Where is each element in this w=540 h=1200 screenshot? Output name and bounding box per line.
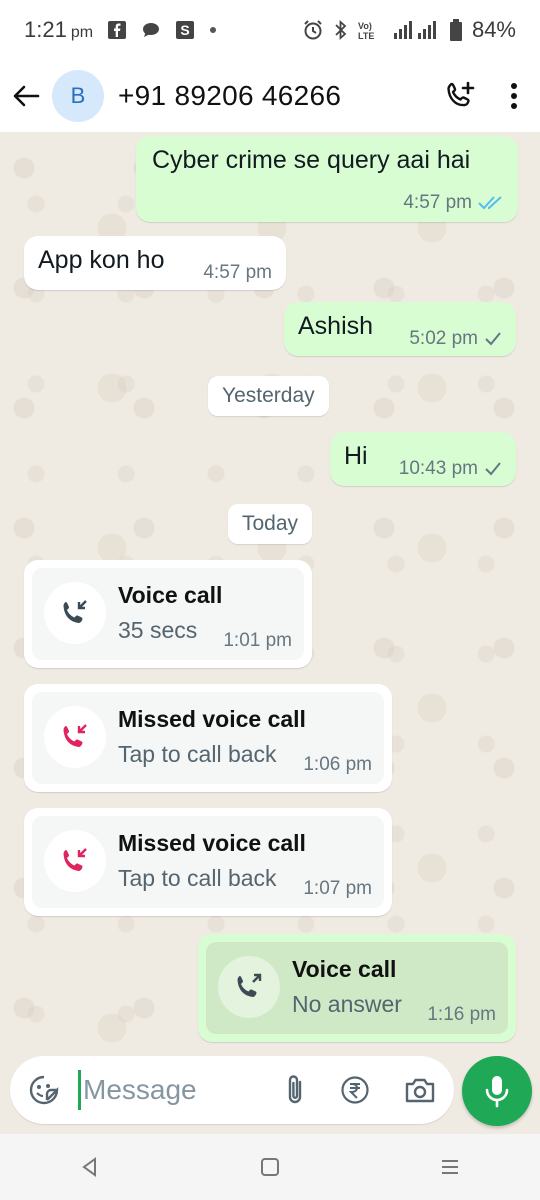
incoming-call-icon [63, 600, 87, 623]
call-card-body: Voice call 35 secs 1:01 pm [32, 568, 304, 660]
system-nav-bar [0, 1134, 540, 1200]
nav-back-icon[interactable] [78, 1155, 102, 1179]
message-bubble-outgoing[interactable]: Hi 10:43 pm [330, 432, 516, 486]
sent-tick-icon [485, 462, 501, 476]
message-time: 10:43 pm [398, 458, 478, 479]
message-text: Cyber crime se query aai hai [152, 146, 471, 174]
s-app-icon: S [176, 21, 195, 39]
status-bar: 1:21 pm S Vo) LTE 84% [0, 0, 540, 60]
call-card-incoming[interactable]: Voice call 35 secs 1:01 pm [24, 560, 312, 668]
signal-icon [393, 21, 436, 39]
call-card-body: Missed voice call Tap to call back 1:07 … [32, 816, 384, 908]
alarm-icon [304, 20, 322, 40]
facebook-icon [108, 21, 127, 39]
call-title: Voice call [292, 956, 397, 982]
missed-call-icon [63, 848, 87, 871]
chat-area[interactable]: Cyber crime se query aai hai 4:57 pm App… [0, 132, 540, 1052]
message-composer[interactable]: Message [10, 1056, 454, 1124]
message-text: Ashish [298, 312, 374, 340]
call-card-outgoing[interactable]: Voice call No answer 1:16 pm [198, 934, 516, 1042]
call-time: 1:16 pm [427, 1004, 496, 1025]
outgoing-call-icon [237, 973, 262, 997]
voice-record-button[interactable] [462, 1056, 532, 1126]
nav-recents-icon[interactable] [438, 1156, 462, 1178]
add-call-icon[interactable] [444, 80, 476, 112]
call-title: Missed voice call [118, 706, 306, 732]
avatar[interactable]: B [52, 70, 104, 122]
call-title: Voice call [118, 582, 223, 608]
call-time: 1:01 pm [223, 630, 292, 651]
text-cursor [78, 1070, 81, 1110]
camera-icon[interactable] [404, 1076, 436, 1104]
call-icon-wrap [44, 582, 106, 644]
sticker-emoji-icon[interactable] [28, 1074, 60, 1106]
call-card-body: Missed voice call Tap to call back 1:06 … [32, 692, 384, 784]
message-text: Hi [344, 442, 368, 470]
more-options-icon[interactable] [510, 82, 518, 110]
call-card-missed[interactable]: Missed voice call Tap to call back 1:07 … [24, 808, 392, 916]
back-arrow-icon [13, 85, 40, 107]
chat-bubble-icon [143, 23, 160, 37]
call-title: Missed voice call [118, 830, 306, 856]
bluetooth-icon [335, 19, 347, 41]
volte-icon: Vo)LTE [358, 21, 374, 41]
message-bubble-incoming[interactable]: App kon ho 4:57 pm [24, 236, 286, 290]
missed-call-icon [63, 724, 87, 747]
microphone-icon [485, 1076, 509, 1108]
call-card-missed[interactable]: Missed voice call Tap to call back 1:06 … [24, 684, 392, 792]
date-chip-yesterday: Yesterday [208, 376, 329, 416]
battery-percent: 84% [471, 17, 516, 42]
rupee-payment-icon[interactable] [340, 1075, 370, 1105]
nav-home-icon[interactable] [259, 1156, 281, 1178]
battery-icon [449, 19, 462, 41]
call-card-body: Voice call No answer 1:16 pm [206, 942, 508, 1034]
message-time: 4:57 pm [403, 192, 472, 213]
message-text: App kon ho [38, 246, 165, 274]
back-button[interactable] [12, 82, 40, 110]
svg-text:S: S [180, 22, 189, 38]
call-icon-wrap [44, 706, 106, 768]
read-ticks-icon [478, 196, 502, 210]
message-bubble-outgoing[interactable]: Ashish 5:02 pm [284, 302, 516, 356]
svg-text:LTE: LTE [358, 31, 374, 41]
attach-paperclip-icon[interactable] [284, 1073, 306, 1107]
message-time: 5:02 pm [409, 328, 478, 349]
call-time: 1:07 pm [303, 878, 372, 899]
notification-dot-icon [210, 27, 217, 33]
chat-header: B +91 89206 46266 [0, 60, 540, 132]
call-time: 1:06 pm [303, 754, 372, 775]
svg-text:Vo): Vo) [358, 21, 372, 31]
message-time: 4:57 pm [203, 262, 272, 283]
call-icon-wrap [218, 956, 280, 1018]
sent-tick-icon [485, 332, 501, 346]
message-input[interactable]: Message [83, 1074, 284, 1106]
message-bubble-outgoing[interactable]: Cyber crime se query aai hai 4:57 pm [136, 136, 518, 222]
date-chip-today: Today [228, 504, 313, 544]
contact-name[interactable]: +91 89206 46266 [118, 80, 341, 112]
status-time: 1:21 pm [24, 17, 94, 42]
call-icon-wrap [44, 830, 106, 892]
